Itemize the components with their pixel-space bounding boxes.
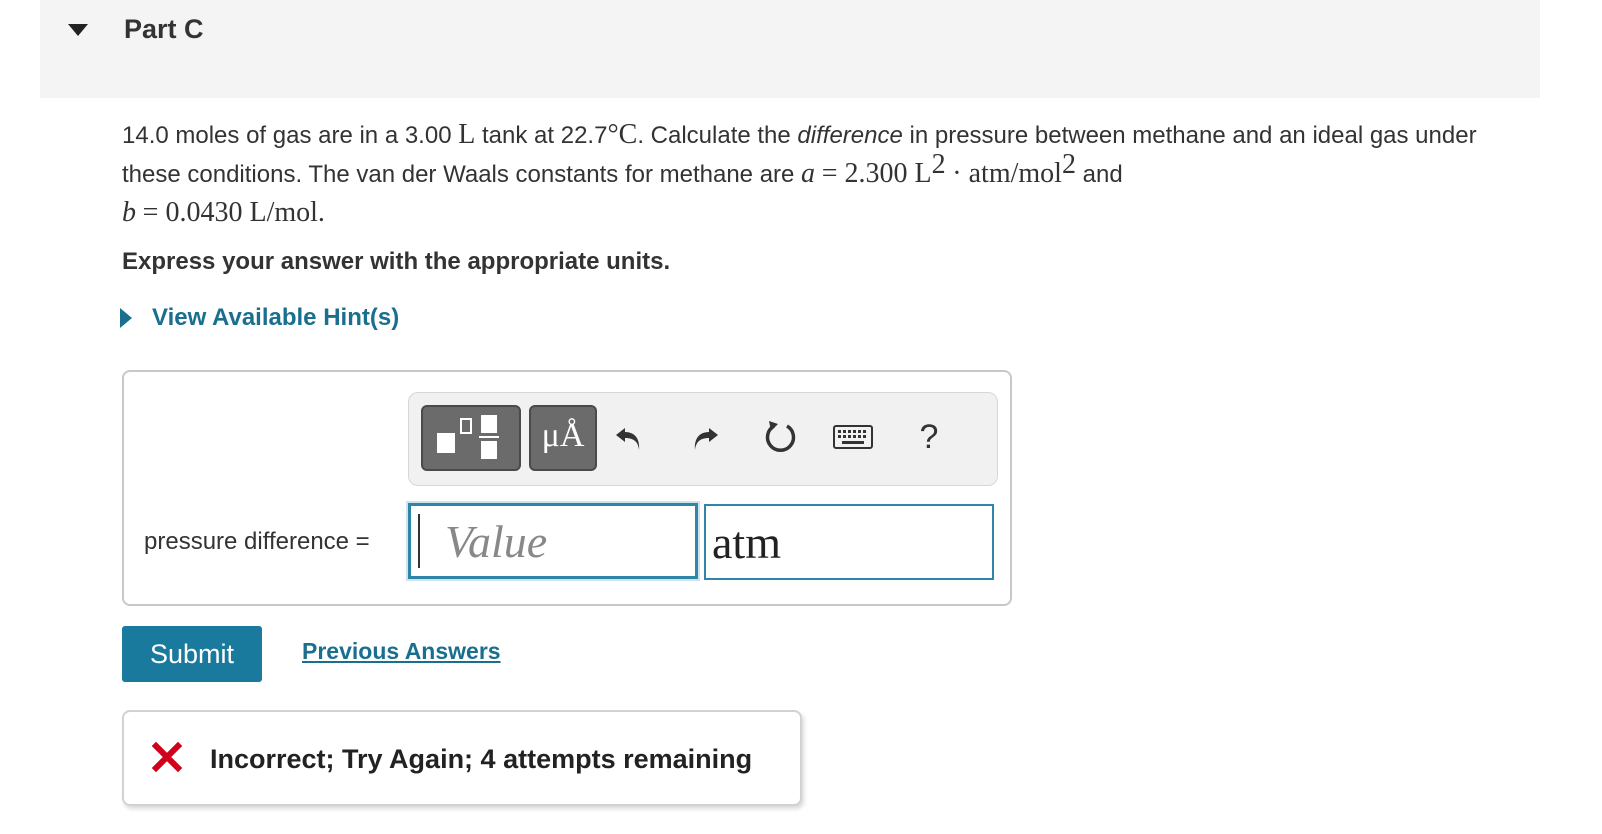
text-caret [418,514,420,568]
problem-statement: 14.0 moles of gas are in a 3.00 L tank a… [122,116,1522,233]
unit-a: · atm/mol [952,158,1062,189]
math-toolbar: μÅ ? [408,392,998,486]
value-a: = 2.300 L [821,158,932,189]
reset-button[interactable] [757,413,805,461]
undo-button[interactable] [605,413,653,461]
reset-circular-arrow-icon [765,421,796,452]
previous-answers-link[interactable]: Previous Answers [302,638,501,665]
feedback-box: Incorrect; Try Again; 4 attempts remaini… [122,710,802,806]
problem-text: . Calculate the [637,122,791,149]
templates-icon [437,415,499,459]
caret-right-icon [120,308,132,328]
part-header: Part C [40,0,1540,98]
value-input[interactable] [408,503,698,579]
redo-arrow-icon [694,428,718,450]
feedback-text: Incorrect; Try Again; 4 attempts remaini… [210,744,753,774]
superscript-2: 2 [1061,149,1076,180]
units-input[interactable] [704,504,994,580]
emphasis-difference: difference [797,122,903,149]
redo-button[interactable] [681,413,729,461]
keyboard-button[interactable] [829,413,877,461]
view-hints-toggle[interactable]: View Available Hint(s) [120,304,399,332]
problem-text: tank at 22.7 [482,122,608,149]
instruction: Express your answer with the appropriate… [122,248,671,275]
value-b: = 0.0430 L/mol. [142,197,325,228]
superscript-2: 2 [931,149,946,180]
help-question-icon: ? [919,417,939,456]
degree-symbol: ° [607,119,619,150]
symbol-a: a [801,158,816,189]
symbol-b: b [122,197,136,228]
answer-label: pressure difference = [144,528,370,555]
unit-celsius: C [618,119,638,150]
problem-text: and [1082,161,1123,188]
collapse-triangle-icon[interactable] [68,24,88,36]
units-mu-angstrom-icon: μÅ [541,417,585,454]
undo-arrow-icon [616,428,640,450]
red-x-icon [152,742,182,772]
keyboard-icon [833,425,873,449]
part-title: Part C [124,14,204,44]
unit-liters: L [458,119,476,150]
help-button[interactable]: ? [905,413,953,461]
hint-label[interactable]: View Available Hint(s) [152,304,399,332]
templates-button[interactable] [421,405,521,471]
submit-button[interactable]: Submit [122,626,262,682]
problem-text: 14.0 moles of gas are in a 3.00 [122,122,452,149]
units-button[interactable]: μÅ [529,405,597,471]
